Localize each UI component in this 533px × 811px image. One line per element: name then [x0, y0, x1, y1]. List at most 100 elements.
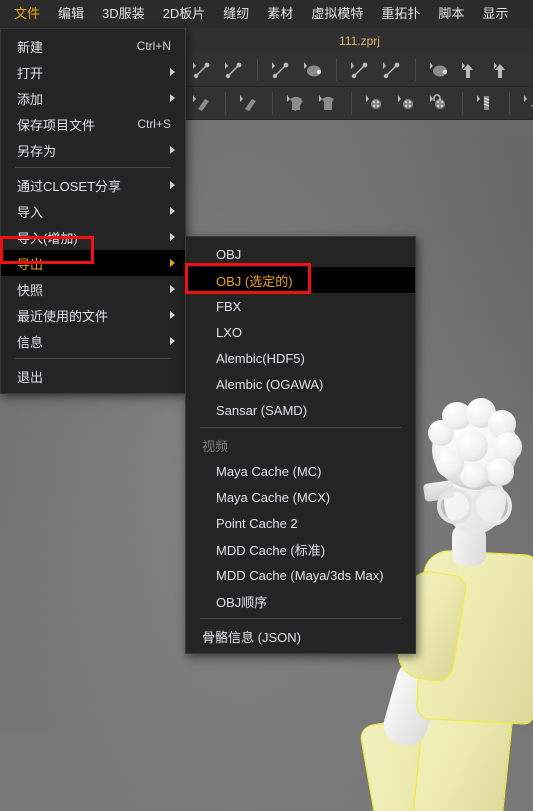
chevron-right-icon [170, 68, 175, 76]
file-menu-item-1[interactable]: 打开 [1, 59, 185, 85]
file-menu-item-11[interactable]: 最近使用的文件 [1, 302, 185, 328]
file-menu-item-label: 新建 [17, 39, 44, 55]
file-menu-item-14[interactable]: 退出 [1, 363, 185, 389]
menubar-item-4[interactable]: 缝纫 [223, 0, 249, 28]
unfold-icon[interactable] [424, 57, 454, 83]
export-submenu-item-10[interactable]: Maya Cache (MCX) [186, 484, 415, 510]
export-submenu-item-5[interactable]: Alembic (OGAWA) [186, 371, 415, 397]
curve-point-tool-icon[interactable] [219, 57, 249, 83]
chevron-right-icon [170, 285, 175, 293]
file-menu-item-label: 信息 [17, 334, 44, 350]
menu-bar[interactable]: 文件 编辑 3D服装 2D板片 缝纫 素材 虚拟模特 重拓扑 脚本 显示 [0, 0, 533, 28]
chevron-right-icon [170, 94, 175, 102]
menubar-item-2[interactable]: 3D服装 [102, 0, 145, 28]
edit-curve-icon[interactable] [377, 57, 407, 83]
menubar-item-5[interactable]: 素材 [267, 0, 293, 28]
file-menu-item-7[interactable]: 导入 [1, 198, 185, 224]
file-menu-item-8[interactable]: 导入(增加) [1, 224, 185, 250]
file-menu-popup[interactable]: 新建 Ctrl+N 打开添加保存项目文件 Ctrl+S 另存为通过CLOSET分享 导入导… [0, 28, 186, 394]
file-menu-item-0[interactable]: 新建 Ctrl+N [1, 33, 185, 59]
export-submenu-item-8: 视频 [186, 432, 415, 458]
application-window: 111.zprj 文件 编辑 3D服装 2D板片 缝纫 素材 虚拟模特 重拓扑 脚本 显示 新建 C… [0, 0, 533, 811]
toolbar-separator [272, 92, 273, 114]
avatar-goggle-right [472, 486, 512, 526]
project-title-bar: 111.zprj [186, 28, 533, 54]
menu-separator [200, 618, 401, 619]
fabric-roll-icon[interactable] [234, 90, 264, 116]
file-menu-item-12[interactable]: 信息 [1, 328, 185, 354]
fold-arrange-icon[interactable] [298, 57, 328, 83]
export-submenu-item-4[interactable]: Alembic(HDF5) [186, 345, 415, 371]
file-menu-item-label: 快照 [17, 282, 44, 298]
export-submenu-item-label: MDD Cache (Maya/3ds Max) [216, 567, 384, 583]
file-menu-item-10[interactable]: 快照 [1, 276, 185, 302]
export-submenu-item-2[interactable]: FBX [186, 293, 415, 319]
button-icon[interactable] [392, 90, 422, 116]
flip-icon[interactable] [488, 57, 518, 83]
export-submenu-item-label: Point Cache 2 [216, 515, 298, 531]
file-menu-item-2[interactable]: 添加 [1, 85, 185, 111]
segment-tool-icon[interactable] [266, 57, 296, 83]
menubar-item-0[interactable]: 文件 [14, 0, 40, 28]
export-submenu-item-3[interactable]: LXO [186, 319, 415, 345]
export-submenu-item-14[interactable]: OBJ顺序 [186, 588, 415, 614]
export-submenu-item-1[interactable]: OBJ (选定的) [186, 267, 415, 293]
file-menu-item-label: 导入(增加) [17, 230, 78, 246]
texture-shirt-icon[interactable] [281, 90, 311, 116]
menubar-item-9[interactable]: 显示 [482, 0, 508, 28]
file-menu-item-shortcut: Ctrl+N [136, 39, 171, 53]
toolbar-separator [509, 92, 510, 114]
toolbar-separator [462, 92, 463, 114]
button-place-icon[interactable] [360, 90, 390, 116]
buttonhole-icon[interactable] [424, 90, 454, 116]
file-menu-item-label: 最近使用的文件 [17, 308, 109, 324]
edit-pattern-icon[interactable] [345, 57, 375, 83]
export-submenu-item-label: Maya Cache (MC) [216, 463, 322, 479]
shirt-icon[interactable] [313, 90, 343, 116]
menubar-item-8[interactable]: 脚本 [438, 0, 464, 28]
file-menu-item-label: 导入 [17, 204, 44, 220]
chevron-right-icon [170, 259, 175, 267]
point-tool-icon[interactable] [187, 57, 217, 83]
inflate-icon[interactable] [456, 57, 486, 83]
chevron-right-icon [170, 146, 175, 154]
file-menu-item-label: 另存为 [17, 143, 57, 159]
file-menu-item-4[interactable]: 另存为 [1, 137, 185, 163]
toolbar-separator [257, 59, 258, 81]
chevron-right-icon [170, 311, 175, 319]
export-submenu-item-0[interactable]: OBJ [186, 241, 415, 267]
file-menu-item-label: 通过CLOSET分享 [17, 178, 122, 194]
export-submenu-item-label: OBJ [216, 246, 242, 262]
export-submenu-item-12[interactable]: MDD Cache (标准) [186, 536, 415, 562]
export-submenu-item-label: OBJ顺序 [216, 594, 268, 610]
export-submenu-item-label: LXO [216, 324, 243, 340]
toolbar-row-2[interactable] [186, 87, 533, 120]
export-submenu-item-label: FBX [216, 298, 242, 314]
export-submenu-item-label: Alembic (OGAWA) [216, 376, 324, 392]
export-submenu-item-label: MDD Cache (标准) [216, 542, 326, 558]
chevron-right-icon [170, 207, 175, 215]
arrow-icon[interactable] [518, 90, 533, 116]
menubar-item-3[interactable]: 2D板片 [163, 0, 206, 28]
toolbar-row-1[interactable] [186, 54, 533, 87]
file-menu-item-9[interactable]: 导出 [1, 250, 185, 276]
file-menu-item-label: 添加 [17, 91, 44, 107]
trace-icon[interactable] [187, 90, 217, 116]
chevron-right-icon [170, 233, 175, 241]
file-menu-item-6[interactable]: 通过CLOSET分享 [1, 172, 185, 198]
export-submenu-item-16[interactable]: 骨骼信息 (JSON) [186, 623, 415, 649]
menubar-item-7[interactable]: 重拓扑 [381, 0, 420, 28]
export-submenu-popup[interactable]: OBJ OBJ (选定的) FBX LXO Alembic(HDF5) Alembic (… [185, 236, 416, 654]
export-submenu-item-13[interactable]: MDD Cache (Maya/3ds Max) [186, 562, 415, 588]
export-submenu-item-label: 骨骼信息 (JSON) [202, 629, 301, 645]
avatar-goggle-left [437, 488, 473, 524]
menubar-item-6[interactable]: 虚拟模特 [311, 0, 363, 28]
export-submenu-item-label: Alembic(HDF5) [216, 350, 305, 366]
export-submenu-item-9[interactable]: Maya Cache (MC) [186, 458, 415, 484]
menubar-item-1[interactable]: 编辑 [58, 0, 84, 28]
export-submenu-item-11[interactable]: Point Cache 2 [186, 510, 415, 536]
file-menu-item-label: 打开 [17, 65, 44, 81]
export-submenu-item-6[interactable]: Sansar (SAMD) [186, 397, 415, 423]
file-menu-item-3[interactable]: 保存项目文件 Ctrl+S [1, 111, 185, 137]
zipper-icon[interactable] [471, 90, 501, 116]
